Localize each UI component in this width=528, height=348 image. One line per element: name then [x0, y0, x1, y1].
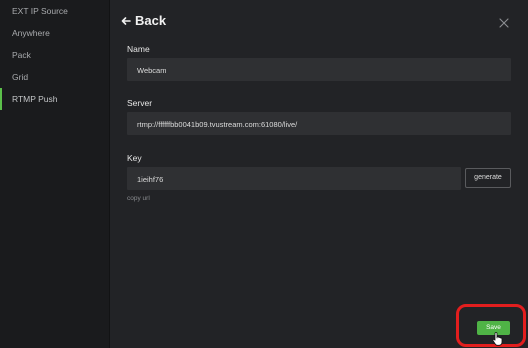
back-button[interactable]: Back [121, 13, 166, 28]
key-label: Key [127, 153, 142, 163]
sidebar-item-anywhere[interactable]: Anywhere [0, 22, 109, 44]
server-label: Server [127, 98, 153, 108]
name-field[interactable]: Webcam [127, 58, 511, 81]
sidebar: EXT IP Source Anywhere Pack Grid RTMP Pu… [0, 0, 110, 348]
highlight-annotation [456, 304, 526, 347]
sidebar-item-grid[interactable]: Grid [0, 66, 109, 88]
generate-button[interactable]: generate [465, 168, 511, 188]
sidebar-item-rtmp-push[interactable]: RTMP Push [0, 88, 109, 110]
back-label: Back [135, 13, 167, 28]
close-icon[interactable] [499, 18, 509, 28]
arrow-left-icon [121, 16, 131, 25]
hand-cursor-icon [492, 332, 503, 346]
server-field[interactable]: rtmp://ffffffbb0041b09.tvustream.com:610… [127, 112, 511, 135]
copy-url-link[interactable]: copy url [127, 195, 150, 202]
sidebar-item-ext-ip-source[interactable]: EXT IP Source [0, 0, 109, 22]
name-label: Name [127, 44, 150, 54]
sidebar-item-pack[interactable]: Pack [0, 44, 109, 66]
key-field[interactable]: 1ieihf76 [127, 167, 461, 190]
